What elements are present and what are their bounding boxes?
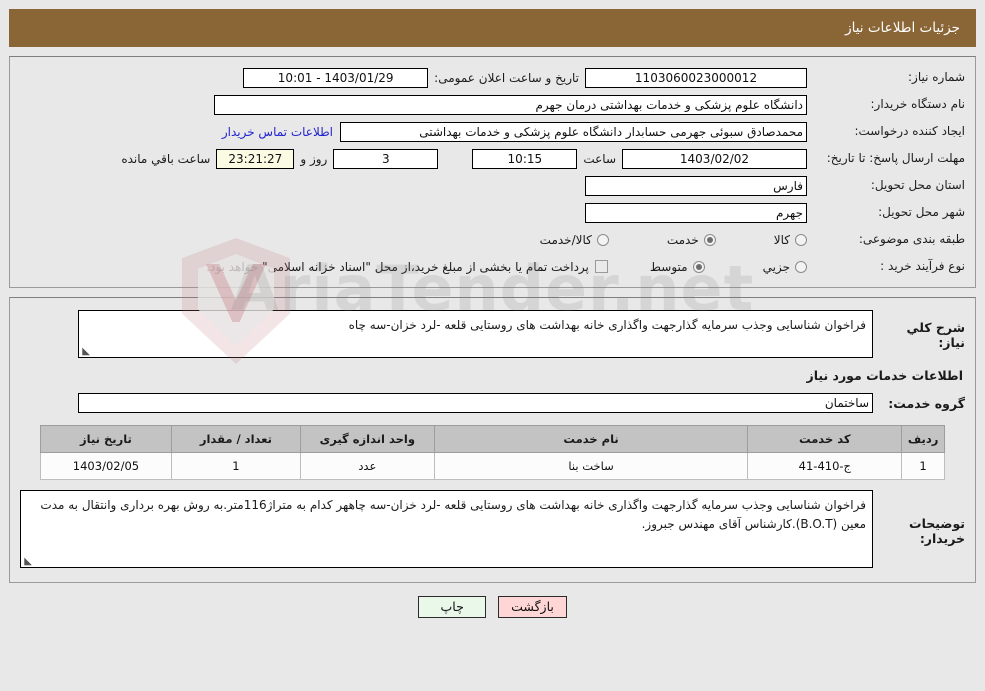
radio-subject-service[interactable]: خدمت: [667, 233, 716, 247]
general-description-text: فراخوان شناسایی وجذب سرمایه گذارجهت واگذ…: [348, 318, 866, 332]
row-delivery-city: شهر محل تحویل: جهرم: [20, 202, 965, 223]
cell-service-code: ج-410-41: [747, 452, 903, 480]
resize-grip-icon[interactable]: ◣: [81, 347, 90, 357]
row-purchase-process: نوع فرآیند خرید : جزیي متوسط پرداخت تمام…: [20, 256, 965, 277]
request-creator-label: ایجاد کننده درخواست:: [854, 123, 965, 138]
reply-deadline-label: مهلت ارسال پاسخ: تا تاریخ:: [826, 150, 965, 165]
need-number-label: شماره نیاز:: [908, 69, 965, 84]
purchase-process-label: نوع فرآیند خرید :: [880, 258, 965, 273]
buyer-notes-text: فراخوان شناسایی وجذب سرمایه گذارجهت واگذ…: [40, 498, 866, 531]
buyer-org-label: نام دستگاه خریدار:: [870, 96, 966, 111]
row-delivery-province: استان محل تحویل: فارس: [20, 175, 965, 196]
row-general-description: شرح کلي نیاز: فراخوان شناسایی وجذب سرمای…: [20, 310, 965, 358]
remaining-days-label: روز و: [300, 151, 328, 166]
table-row: 1 ج-410-41 ساخت بنا عدد 1 1403/02/05: [40, 452, 945, 480]
radio-circle-icon: [596, 233, 609, 246]
page-title: جزئیات اطلاعات نیاز: [9, 9, 976, 47]
treasury-bond-checkbox-wrap[interactable]: پرداخت تمام یا بخشی از مبلغ خرید،از محل …: [206, 260, 608, 274]
remaining-countdown-label: ساعت باقي مانده: [121, 151, 211, 166]
th-quantity: تعداد / مقدار: [170, 425, 301, 453]
services-table: ردیف کد خدمت نام خدمت واحد اندازه گیری ت…: [40, 425, 945, 480]
service-group-label: گروه خدمت:: [888, 395, 965, 411]
radio-subject-goods-service[interactable]: کالا/خدمت: [540, 233, 609, 247]
row-request-creator: ایجاد کننده درخواست: محمدصادق سبوئی جهرم…: [20, 121, 965, 142]
delivery-city-label: شهر محل تحویل:: [878, 204, 965, 219]
th-service-name: نام خدمت: [433, 425, 749, 453]
services-section-heading: اطلاعات خدمات مورد نیاز: [806, 368, 964, 383]
cell-radif: 1: [901, 452, 945, 480]
cell-unit: عدد: [299, 452, 435, 480]
radio-subject-goods-service-label: کالا/خدمت: [539, 232, 592, 247]
row-need-number: شماره نیاز: 1103060023000012 تاریخ و ساع…: [20, 67, 965, 88]
reply-deadline-date-field[interactable]: 1403/02/02: [622, 148, 807, 169]
radio-circle-selected-icon: [692, 260, 705, 273]
radio-purchase-medium[interactable]: متوسط: [650, 260, 705, 274]
radio-subject-service-label: خدمت: [666, 232, 699, 247]
radio-circle-icon: [795, 260, 807, 273]
buyer-org-field[interactable]: دانشگاه علوم پزشکی و خدمات بهداشتی درمان…: [214, 94, 807, 115]
print-button[interactable]: چاپ: [418, 596, 487, 618]
delivery-province-label: استان محل تحویل:: [870, 177, 965, 192]
cell-need-date: 1403/02/05: [40, 452, 172, 480]
back-button[interactable]: بازگشت: [498, 596, 567, 618]
page-root: جزئیات اطلاعات نیاز شماره نیاز: 11030600…: [0, 0, 985, 618]
remaining-days-field: 3: [333, 148, 439, 169]
radio-purchase-medium-label: متوسط: [649, 259, 688, 274]
public-announce-label: تاریخ و ساعت اعلان عمومی:: [434, 70, 579, 85]
purchase-process-radio-group: جزیي متوسط: [650, 260, 807, 274]
subject-category-label: طبقه بندی موضوعی:: [858, 231, 965, 246]
checkbox-icon[interactable]: [594, 260, 608, 273]
radio-purchase-minor[interactable]: جزیي: [763, 260, 807, 274]
general-description-label: شرح کلي نیاز:: [906, 320, 965, 350]
subject-category-radio-group: کالا خدمت کالا/خدمت: [540, 233, 807, 247]
reply-deadline-time-label: ساعت: [583, 151, 616, 166]
general-description-textarea[interactable]: فراخوان شناسایی وجذب سرمایه گذارجهت واگذ…: [78, 310, 873, 358]
th-unit: واحد اندازه گیری: [299, 425, 435, 453]
radio-circle-selected-icon: [703, 233, 716, 246]
remaining-countdown-field: 23:21:27: [216, 148, 295, 169]
th-radif: ردیف: [901, 425, 945, 453]
th-need-date: تاریخ نیاز: [40, 425, 172, 453]
need-details-panel: شرح کلي نیاز: فراخوان شناسایی وجذب سرمای…: [9, 297, 976, 583]
reply-deadline-time-field[interactable]: 10:15: [472, 148, 578, 169]
need-info-panel: شماره نیاز: 1103060023000012 تاریخ و ساع…: [9, 56, 976, 288]
delivery-province-field[interactable]: فارس: [585, 175, 807, 196]
service-group-field[interactable]: ساختمان: [78, 393, 873, 413]
buyer-notes-label: توضیحات خریدار:: [909, 516, 965, 546]
need-number-field[interactable]: 1103060023000012: [585, 67, 807, 88]
row-subject-category: طبقه بندی موضوعی: کالا خدمت کالا/خدمت: [20, 229, 965, 250]
radio-subject-goods[interactable]: کالا: [774, 233, 807, 247]
th-service-code: کد خدمت: [747, 425, 903, 453]
row-buyer-org: نام دستگاه خریدار: دانشگاه علوم پزشکی و …: [20, 94, 965, 115]
table-header-row: ردیف کد خدمت نام خدمت واحد اندازه گیری ت…: [40, 425, 945, 453]
request-creator-field[interactable]: محمدصادق سبوئی جهرمی حسابدار دانشگاه علو…: [340, 121, 807, 142]
radio-subject-goods-label: کالا: [773, 232, 790, 247]
resize-grip-icon[interactable]: ◣: [23, 557, 32, 567]
delivery-city-field[interactable]: جهرم: [585, 202, 807, 223]
row-reply-deadline: مهلت ارسال پاسخ: تا تاریخ: 1403/02/02 سا…: [20, 148, 965, 169]
cell-quantity: 1: [170, 452, 301, 480]
buyer-notes-textarea[interactable]: فراخوان شناسایی وجذب سرمایه گذارجهت واگذ…: [20, 490, 873, 568]
treasury-bond-checkbox-label: پرداخت تمام یا بخشی از مبلغ خرید،از محل …: [206, 259, 589, 274]
cell-service-name: ساخت بنا: [433, 452, 749, 480]
row-service-group: گروه خدمت: ساختمان: [20, 393, 965, 413]
radio-purchase-minor-label: جزیي: [762, 259, 790, 274]
radio-circle-icon: [795, 233, 807, 246]
row-buyer-notes: توضیحات خریدار: فراخوان شناسایی وجذب سرم…: [20, 490, 965, 568]
public-announce-field[interactable]: 1403/01/29 - 10:01: [243, 67, 429, 88]
footer-actions: بازگشت چاپ: [9, 583, 976, 618]
buyer-contact-link[interactable]: اطلاعات تماس خریدار: [215, 125, 340, 139]
